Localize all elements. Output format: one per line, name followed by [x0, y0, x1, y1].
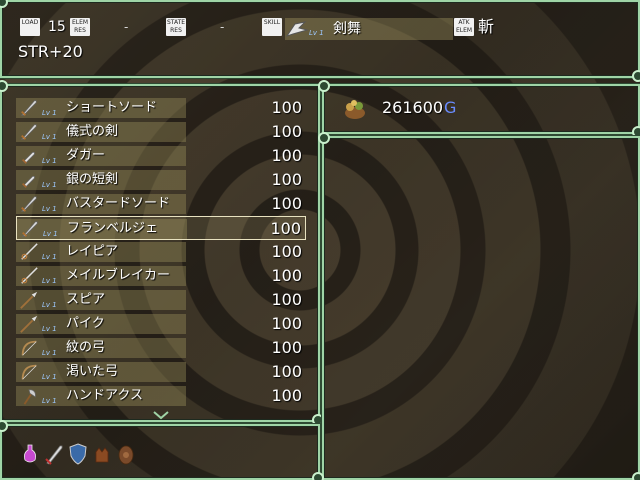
- item-quantity: 100: [271, 314, 302, 333]
- item-level: Lv 1: [42, 205, 57, 213]
- item-name: ハンドアクス: [66, 388, 143, 403]
- load-tag: LOAD: [20, 18, 40, 36]
- spear-icon: [20, 315, 38, 333]
- item-row[interactable]: Lv 1 ダガー 100: [16, 144, 306, 168]
- axe-icon: [23, 389, 36, 405]
- item-name: 銀の短剣: [66, 172, 119, 187]
- equipment-panel: [0, 420, 324, 480]
- item-row[interactable]: Lv 1 バスタードソード 100: [16, 192, 306, 216]
- item-name: スピア: [66, 292, 106, 307]
- item-quantity: 100: [271, 362, 302, 381]
- item-quantity: 100: [271, 98, 302, 117]
- item-quantity: 100: [271, 290, 302, 309]
- item-name: バスタードソード: [66, 196, 171, 211]
- bow-icon: [21, 340, 37, 356]
- status-panel: LOAD 15 ELEM RES - STATE RES - SKILL Lv …: [0, 0, 640, 82]
- item-row[interactable]: Lv 1 メイルブレイカー 100: [16, 264, 306, 288]
- sword-icon: [20, 124, 37, 140]
- item-list-panel: Lv 1 ショートソード 100 Lv 1 儀式の剣 100 Lv 1 ダガー 100 Lv 1 銀…: [0, 80, 324, 426]
- dagger-icon: [21, 152, 35, 164]
- stat-bonus: STR+20: [18, 42, 83, 61]
- dagger-icon: [21, 176, 35, 188]
- boots-icon[interactable]: [116, 442, 136, 466]
- item-row[interactable]: Lv 1 渇いた弓 100: [16, 360, 306, 384]
- gold-unit: G: [444, 98, 457, 117]
- skill-bar: Lv 1 剣舞: [285, 18, 453, 40]
- item-name: 紋の弓: [66, 340, 106, 355]
- skill-name: 剣舞: [333, 21, 361, 37]
- item-quantity: 100: [271, 146, 302, 165]
- item-level: Lv 1: [42, 253, 57, 261]
- item-row[interactable]: Lv 1 ハンドアクス 100: [16, 384, 306, 408]
- gold-bag-icon: [345, 100, 365, 119]
- item-quantity: 100: [271, 386, 302, 405]
- atk-elem-tag: ATK ELEM: [454, 18, 474, 36]
- item-name: 渇いた弓: [66, 364, 119, 379]
- item-level: Lv 1: [43, 230, 58, 238]
- item-name: レイピア: [66, 244, 119, 259]
- item-level: Lv 1: [42, 109, 57, 117]
- item-quantity: 100: [271, 170, 302, 189]
- spear-icon: [20, 291, 38, 309]
- skill-tag: SKILL: [262, 18, 282, 36]
- item-level: Lv 1: [42, 133, 57, 141]
- item-level: Lv 1: [42, 325, 57, 333]
- item-row[interactable]: Lv 1 儀式の剣 100: [16, 120, 306, 144]
- bow-icon: [21, 364, 37, 380]
- item-level: Lv 1: [42, 157, 57, 165]
- item-name: ダガー: [66, 148, 106, 163]
- item-level: Lv 1: [42, 349, 57, 357]
- item-name: 儀式の剣: [66, 124, 119, 139]
- potion-icon[interactable]: [20, 442, 40, 466]
- item-quantity: 100: [271, 266, 302, 285]
- item-quantity: 100: [271, 194, 302, 213]
- item-level: Lv 1: [42, 301, 57, 309]
- item-row[interactable]: Lv 1 パイク 100: [16, 312, 306, 336]
- shield-icon[interactable]: [68, 442, 88, 466]
- item-level: Lv 1: [42, 373, 57, 381]
- state-res-tag: STATE RES: [166, 18, 186, 36]
- elem-res-tag: ELEM RES: [70, 18, 90, 36]
- item-row[interactable]: Lv 1 レイピア 100: [16, 240, 306, 264]
- item-quantity: 100: [271, 242, 302, 261]
- item-row[interactable]: Lv 1 フランベルジェ 100: [16, 216, 306, 240]
- atk-elem-value: 斬: [478, 17, 495, 36]
- sword-icon: [20, 100, 37, 116]
- gold-amount: 261600: [382, 98, 444, 117]
- item-level: Lv 1: [42, 181, 57, 189]
- item-quantity: 100: [271, 338, 302, 357]
- item-quantity: 100: [271, 122, 302, 141]
- rapier-icon: [21, 243, 38, 260]
- item-row[interactable]: Lv 1 紋の弓 100: [16, 336, 306, 360]
- load-value: 15: [48, 19, 66, 35]
- state-res-value: -: [220, 20, 225, 34]
- sword-icon: [20, 196, 37, 212]
- item-row[interactable]: Lv 1 スピア 100: [16, 288, 306, 312]
- gold-panel: 261600 G: [318, 80, 640, 138]
- item-name: フランベルジェ: [67, 221, 159, 236]
- gloves-icon[interactable]: [92, 442, 112, 466]
- item-detail-panel: [318, 132, 640, 480]
- item-level: Lv 1: [42, 397, 57, 405]
- item-name: ショートソード: [66, 100, 158, 115]
- item-name: メイルブレイカー: [66, 268, 171, 283]
- scroll-down-arrow-icon[interactable]: [152, 410, 170, 420]
- item-quantity: 100: [270, 219, 301, 238]
- item-name: パイク: [66, 316, 105, 331]
- skill-blade-icon: [285, 21, 309, 37]
- item-row[interactable]: Lv 1 銀の短剣 100: [16, 168, 306, 192]
- rapier-icon: [21, 267, 38, 284]
- item-row[interactable]: Lv 1 ショートソード 100: [16, 96, 306, 120]
- sword-icon[interactable]: [44, 442, 64, 466]
- elem-res-value: -: [124, 20, 129, 34]
- sword-icon: [21, 221, 38, 237]
- skill-level: Lv 1: [309, 29, 324, 37]
- item-level: Lv 1: [42, 277, 57, 285]
